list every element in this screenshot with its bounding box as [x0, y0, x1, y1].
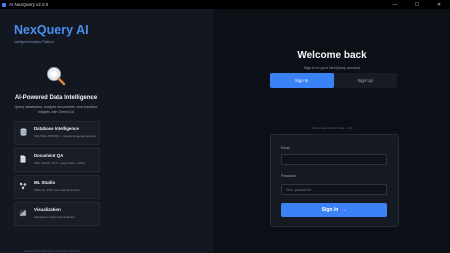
email-field[interactable] [281, 154, 387, 165]
maximize-button[interactable]: ☐ [406, 0, 428, 9]
welcome-heading: Welcome back [297, 50, 367, 61]
password-label: Password [281, 174, 297, 178]
window-title: AI NexQuery v2.0.0 [9, 2, 49, 7]
password-field[interactable] [281, 184, 387, 195]
sign-in-button[interactable]: Sign In → [281, 203, 387, 217]
feature-title: Visualization [34, 207, 61, 212]
brain-icon [19, 182, 27, 190]
feature-card-database: Database Intelligence SQL/SQL (MSSQL) • … [14, 121, 100, 145]
brand-tagline: Intelligent Analytics Platform [14, 40, 54, 44]
auth-panel: Welcome back Sign in to your NexQuery ac… [214, 9, 450, 253]
hero-title: AI-Powered Data Intelligence [14, 95, 98, 101]
feature-card-ml: ML Studio Patterns, PCA, Anomaly Detecti… [14, 175, 100, 199]
document-icon [19, 155, 27, 163]
welcome-subheading: Sign in to your NexQuery account [303, 66, 361, 70]
feature-card-visualization: Visualization Interactive charts and ana… [14, 202, 100, 226]
signin-form-card: Email Password Sign In → [270, 134, 399, 227]
feature-description: Patterns, PCA, Anomaly Detection [34, 188, 80, 192]
magnifier-icon [47, 67, 66, 86]
feature-title: Database Intelligence [34, 126, 79, 131]
feature-description: SQL/SQL (MSSQL) • natural language queri… [34, 134, 96, 138]
feature-title: Document QA [34, 153, 64, 158]
auth-tabs: Sign In Sign Up [270, 73, 397, 88]
footer-text: Powered by Gemini AI • Premium Security [24, 249, 81, 253]
close-button[interactable]: ✕ [428, 0, 450, 9]
arrow-right-icon: → [341, 207, 347, 213]
feature-card-document: Document QA PDF, DOCX, TXT • Large Files… [14, 148, 100, 172]
app-icon [2, 2, 6, 7]
feature-description: PDF, DOCX, TXT • Large Files + RAG [34, 161, 85, 165]
brand-title: NexQuery AI [14, 23, 89, 37]
server-note: Test to these branch cable - v2.0 [311, 126, 353, 130]
tab-sign-in[interactable]: Sign In [270, 73, 334, 88]
feature-description: Interactive charts and analytics [34, 215, 76, 219]
left-panel: NexQuery AI Intelligent Analytics Platfo… [0, 9, 214, 253]
title-bar: AI NexQuery v2.0.0 — ☐ ✕ [0, 0, 450, 9]
window-controls: — ☐ ✕ [384, 0, 450, 9]
feature-title: ML Studio [34, 180, 56, 185]
minimize-button[interactable]: — [384, 0, 406, 9]
hero-description: Query databases, analyze documents, and … [14, 105, 98, 114]
chart-icon [19, 209, 27, 217]
sign-in-button-label: Sign In [321, 207, 339, 213]
database-icon [19, 128, 27, 136]
tab-sign-up[interactable]: Sign Up [334, 73, 398, 88]
email-label: Email [281, 146, 290, 150]
